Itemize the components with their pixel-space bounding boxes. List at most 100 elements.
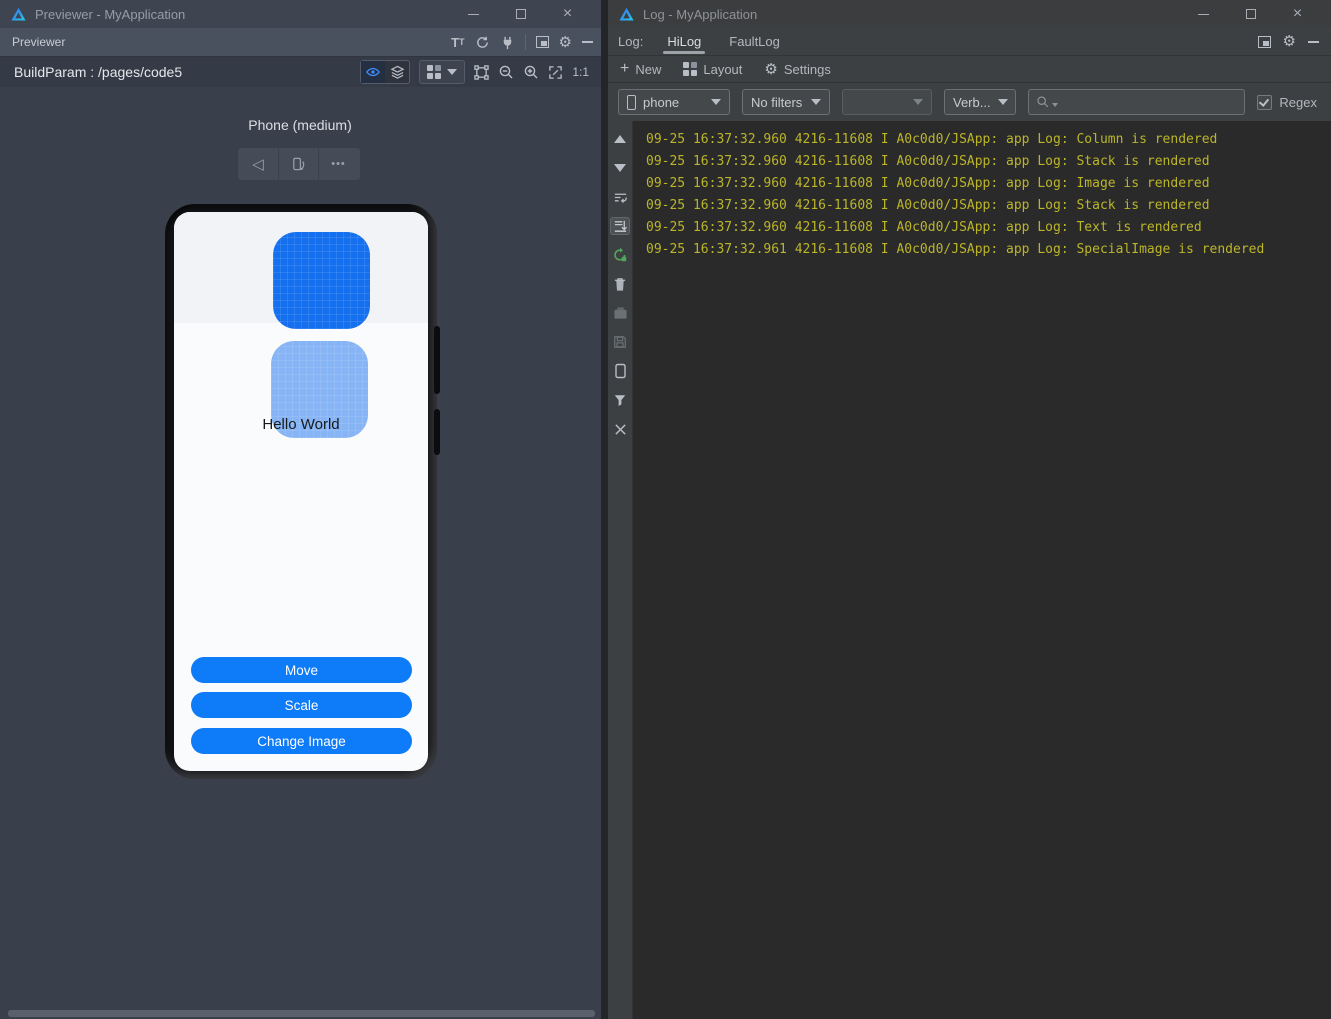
scale-button[interactable]: Scale <box>191 692 412 718</box>
new-button[interactable]: + New <box>620 61 661 77</box>
component-picker-dropdown[interactable] <box>419 60 466 84</box>
inspector-plug-icon[interactable] <box>500 35 515 50</box>
previewer-tab-bar: Previewer TT ⚙ <box>0 28 601 56</box>
search-input[interactable] <box>1028 89 1246 115</box>
minimize-button[interactable] <box>1180 0 1227 28</box>
log-line: 09-25 16:37:32.960 4216-11608 I A0c0d0/J… <box>646 132 1218 147</box>
up-triangle-icon <box>614 135 626 143</box>
font-settings-icon[interactable]: TT <box>451 36 464 49</box>
hide-panel-icon[interactable] <box>1308 40 1319 43</box>
layers-button[interactable] <box>385 61 409 83</box>
fit-to-screen-icon[interactable] <box>548 65 563 80</box>
filter-funnel-button[interactable] <box>610 391 630 409</box>
layout-grid-icon <box>683 62 698 76</box>
phone-volume-button <box>434 326 440 394</box>
previewer-tab-toolbar: TT ⚙ <box>451 34 593 50</box>
log-label: Log: <box>618 34 644 49</box>
phone-screen: Hello World Move Scale Change Image <box>174 212 428 771</box>
process-select[interactable] <box>842 89 932 115</box>
hide-panel-icon[interactable] <box>582 41 593 43</box>
soft-wrap-button[interactable] <box>610 188 630 206</box>
previewer-window: Previewer - MyApplication × Previewer TT… <box>0 0 601 1019</box>
selection-frame-icon[interactable] <box>474 64 490 80</box>
clear-log-trash-button[interactable] <box>610 275 630 293</box>
log-filter-bar: phone No filters Verb... Regex <box>608 83 1331 121</box>
chevron-down-icon <box>997 99 1008 105</box>
rerun-button[interactable] <box>610 246 630 264</box>
scroll-up-button[interactable] <box>610 130 630 148</box>
layout-button[interactable]: Layout <box>683 62 742 77</box>
check-icon <box>1259 95 1270 107</box>
previewer-window-title: Previewer - MyApplication <box>35 6 186 22</box>
maximize-icon <box>1245 9 1256 19</box>
preview-canvas: Phone (medium) ◁ ••• Hello World Move Sc… <box>0 87 601 1019</box>
build-param-bar: BuildParam : /pages/code5 1:1 <box>0 56 601 87</box>
close-icon: × <box>562 5 573 22</box>
log-line: 09-25 16:37:32.961 4216-11608 I A0c0d0/J… <box>646 242 1265 257</box>
view-mode-group <box>360 60 411 84</box>
log-window: Log - MyApplication × Log: HiLog FaultLo… <box>608 0 1331 1019</box>
deveco-logo-icon <box>618 6 635 23</box>
log-action-bar: + New Layout ⚙ Settings <box>608 56 1331 83</box>
scroll-down-button[interactable] <box>610 159 630 177</box>
search-options-caret-icon <box>1052 103 1058 107</box>
log-line: 09-25 16:37:32.960 4216-11608 I A0c0d0/J… <box>646 154 1210 169</box>
move-button[interactable]: Move <box>191 657 412 683</box>
horizontal-scrollbar[interactable] <box>8 1010 595 1017</box>
previewer-window-controls: × <box>450 0 591 28</box>
settings-button[interactable]: ⚙ Settings <box>764 62 830 77</box>
preview-toolbar: 1:1 <box>360 60 589 84</box>
desktop: Previewer - MyApplication × Previewer TT… <box>0 0 1331 1019</box>
scroll-to-end-button[interactable] <box>610 217 630 235</box>
dock-panel-icon[interactable] <box>535 36 549 48</box>
chevron-down-icon <box>811 99 821 105</box>
more-dots-icon: ••• <box>331 158 346 170</box>
components-grid-icon <box>427 65 442 79</box>
zoom-in-icon[interactable] <box>523 64 539 80</box>
phone-device-icon <box>627 94 636 110</box>
gear-icon[interactable]: ⚙ <box>1283 34 1296 49</box>
close-log-button[interactable] <box>610 420 630 438</box>
log-side-toolbar <box>608 121 633 1019</box>
deveco-logo-icon <box>10 6 27 23</box>
log-line: 09-25 16:37:32.960 4216-11608 I A0c0d0/J… <box>646 176 1210 191</box>
save-log-button-disabled <box>610 333 630 351</box>
back-button[interactable]: ◁ <box>238 148 278 180</box>
device-select[interactable]: phone <box>618 89 730 115</box>
close-button[interactable]: × <box>544 0 591 28</box>
tab-faultlog[interactable]: FaultLog <box>717 28 792 56</box>
regex-checkbox[interactable] <box>1257 94 1273 110</box>
hello-world-text: Hello World <box>262 416 340 433</box>
log-output-pane[interactable]: 09-25 16:37:32.960 4216-11608 I A0c0d0/J… <box>633 121 1331 1019</box>
device-log-button[interactable] <box>610 362 630 380</box>
change-image-button[interactable]: Change Image <box>191 728 412 754</box>
gear-icon: ⚙ <box>764 60 778 78</box>
search-icon <box>1037 96 1049 108</box>
inspect-eye-button[interactable] <box>361 61 386 83</box>
filter-select[interactable]: No filters <box>742 89 830 115</box>
zoom-ratio-label[interactable]: 1:1 <box>572 65 589 79</box>
dock-panel-icon[interactable] <box>1257 35 1271 48</box>
rotate-device-icon <box>293 157 305 171</box>
log-window-controls: × <box>1180 0 1321 28</box>
more-options-button[interactable]: ••• <box>318 148 358 180</box>
minimize-button[interactable] <box>450 0 497 28</box>
gear-icon[interactable]: ⚙ <box>559 35 572 50</box>
close-button[interactable]: × <box>1274 0 1321 28</box>
log-line: 09-25 16:37:32.960 4216-11608 I A0c0d0/J… <box>646 198 1210 213</box>
regex-toggle[interactable]: Regex <box>1257 94 1319 110</box>
preview-nav-group: ◁ ••• <box>238 148 360 180</box>
archive-button-disabled <box>610 304 630 322</box>
tab-previewer[interactable]: Previewer <box>12 35 65 49</box>
refresh-icon[interactable] <box>475 35 490 50</box>
tab-hilog[interactable]: HiLog <box>655 28 713 56</box>
log-console-area: 09-25 16:37:32.960 4216-11608 I A0c0d0/J… <box>608 121 1331 1019</box>
down-triangle-icon <box>614 164 626 172</box>
maximize-button[interactable] <box>497 0 544 28</box>
maximize-button[interactable] <box>1227 0 1274 28</box>
rotate-device-button[interactable] <box>278 148 318 180</box>
log-level-select[interactable]: Verb... <box>944 89 1016 115</box>
chevron-down-icon <box>913 99 923 105</box>
zoom-out-icon[interactable] <box>498 64 514 80</box>
chevron-down-icon <box>711 99 721 105</box>
